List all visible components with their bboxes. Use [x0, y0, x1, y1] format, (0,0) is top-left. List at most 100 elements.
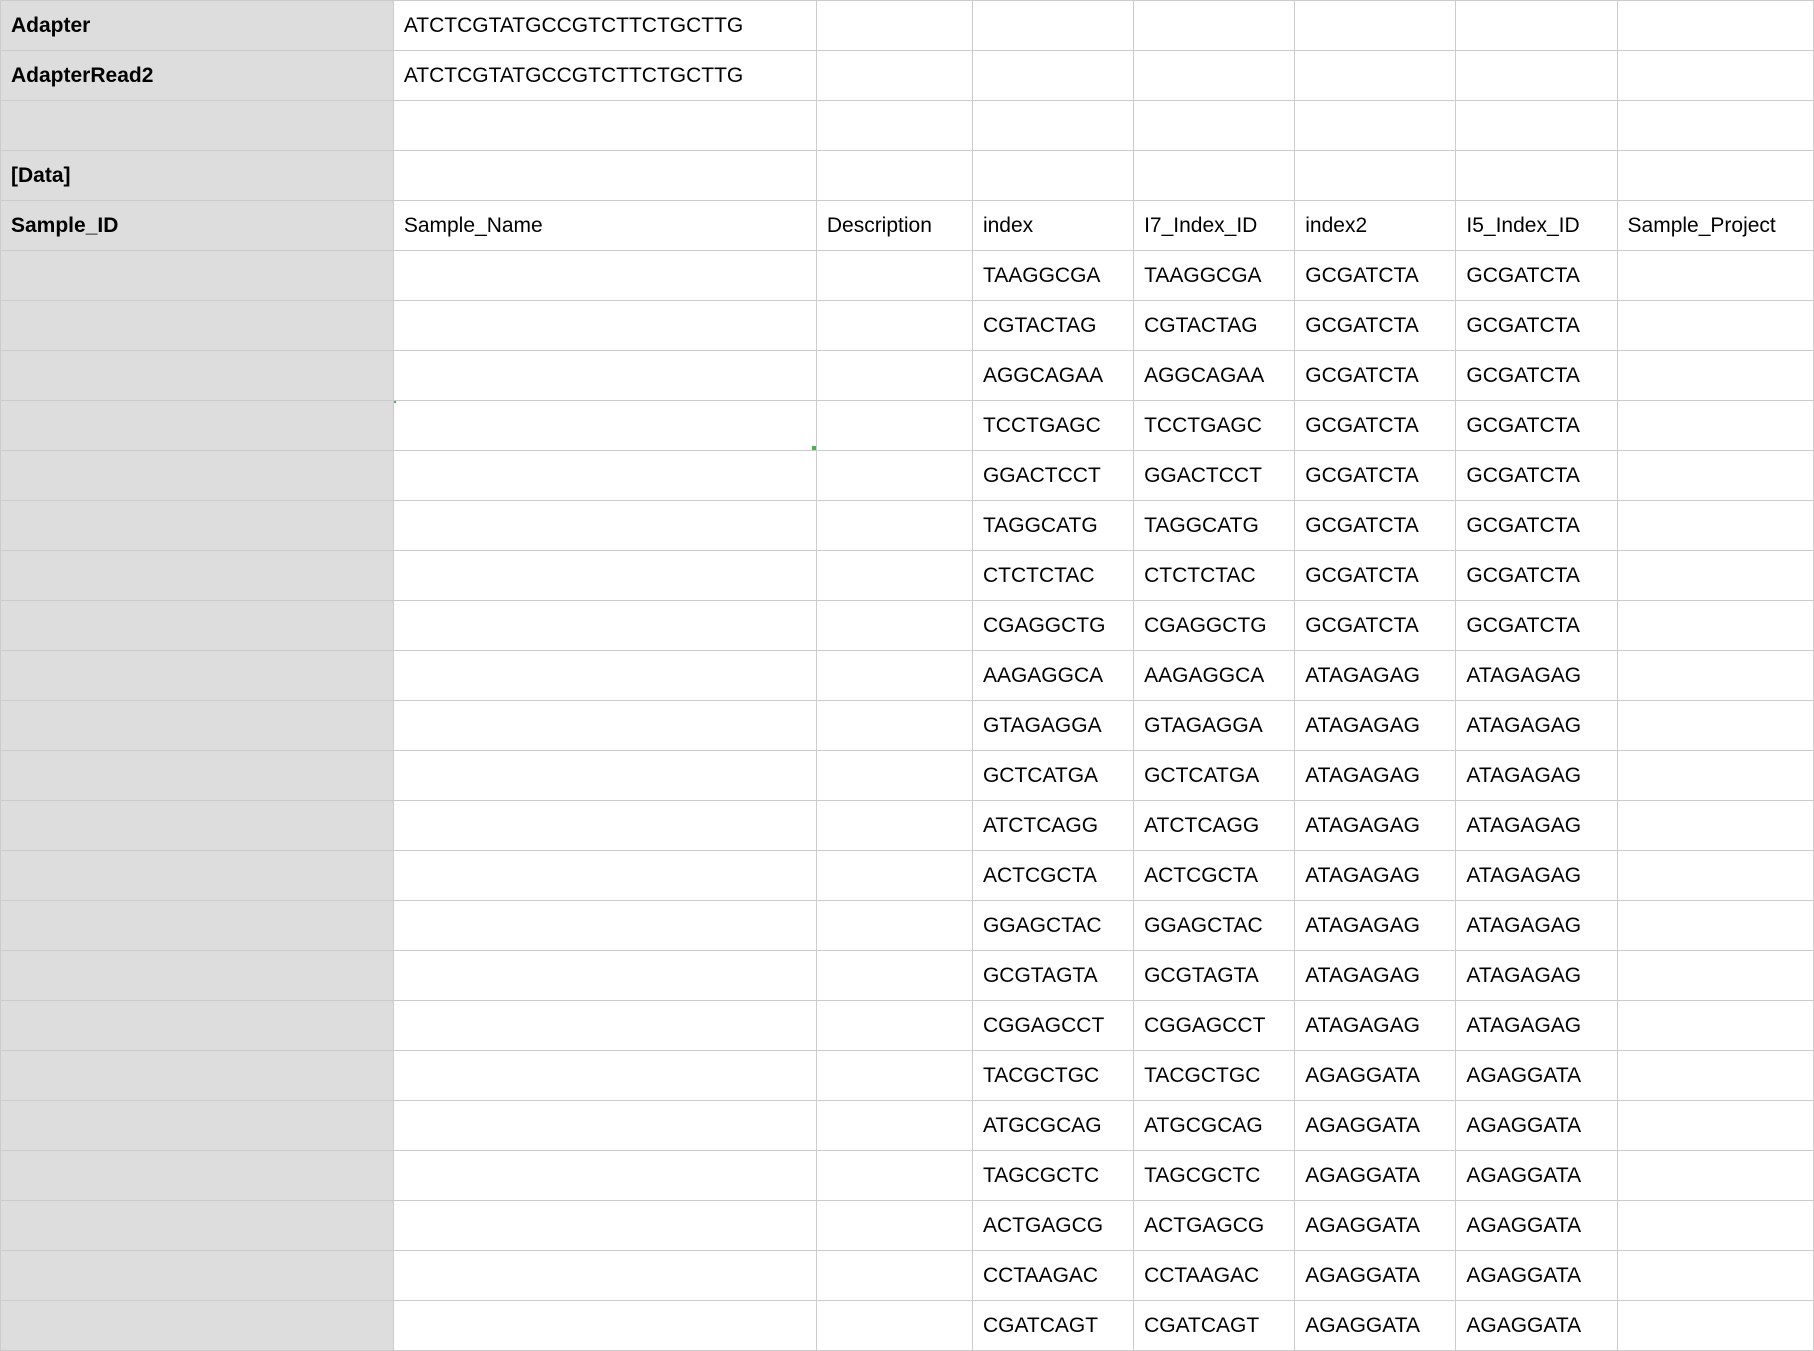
cell-index[interactable]: TAAGGCGA [972, 251, 1133, 301]
cell-sample-id[interactable] [1, 1001, 394, 1051]
cell-i7-index-id[interactable]: ACTCGCTA [1134, 851, 1295, 901]
cell-i7-index-id[interactable]: CGAGGCTG [1134, 601, 1295, 651]
cell-sample-project[interactable] [1617, 301, 1813, 351]
cell-empty[interactable] [1295, 51, 1456, 101]
cell-sample-id[interactable] [1, 751, 394, 801]
cell-label[interactable]: AdapterRead2 [1, 51, 394, 101]
cell-index2[interactable]: GCGATCTA [1295, 451, 1456, 501]
cell-index2[interactable]: ATAGAGAG [1295, 651, 1456, 701]
cell-sample-id[interactable] [1, 351, 394, 401]
cell-sample-project[interactable] [1617, 601, 1813, 651]
cell-i7-index-id[interactable]: TAGGCATG [1134, 501, 1295, 551]
cell-index[interactable]: TCCTGAGC [972, 401, 1133, 451]
cell-i5-index-id[interactable]: AGAGGATA [1456, 1201, 1617, 1251]
cell-description[interactable] [816, 301, 972, 351]
cell-i5-index-id[interactable]: GCGATCTA [1456, 601, 1617, 651]
cell-description[interactable] [816, 801, 972, 851]
cell-value[interactable] [393, 151, 816, 201]
cell-sample-id[interactable] [1, 501, 394, 551]
cell-empty[interactable] [1134, 151, 1295, 201]
cell-sample-id[interactable] [1, 801, 394, 851]
cell-i5-index-id[interactable]: GCGATCTA [1456, 251, 1617, 301]
cell-sample-name[interactable] [393, 1301, 816, 1351]
cell-sample-project[interactable] [1617, 1251, 1813, 1301]
cell-label[interactable]: Adapter [1, 1, 394, 51]
cell-index2[interactable]: GCGATCTA [1295, 551, 1456, 601]
cell-sample-project[interactable] [1617, 801, 1813, 851]
cell-index[interactable]: ATGCGCAG [972, 1101, 1133, 1151]
cell-i7-index-id[interactable]: ATCTCAGG [1134, 801, 1295, 851]
cell-sample-project[interactable] [1617, 751, 1813, 801]
cell-description[interactable] [816, 751, 972, 801]
cell-description[interactable] [816, 1001, 972, 1051]
cell-index[interactable]: GCGTAGTA [972, 951, 1133, 1001]
cell-index2[interactable]: AGAGGATA [1295, 1051, 1456, 1101]
cell-sample-id[interactable] [1, 551, 394, 601]
cell-sample-name[interactable] [393, 1251, 816, 1301]
column-header[interactable]: Sample_Project [1617, 201, 1813, 251]
cell-index[interactable]: CTCTCTAC [972, 551, 1133, 601]
cell-sample-id[interactable] [1, 401, 394, 451]
cell-index2[interactable]: GCGATCTA [1295, 351, 1456, 401]
cell-index2[interactable]: GCGATCTA [1295, 601, 1456, 651]
cell-sample-project[interactable] [1617, 1101, 1813, 1151]
cell-sample-name[interactable] [393, 501, 816, 551]
cell-sample-id[interactable] [1, 1301, 394, 1351]
cell-i7-index-id[interactable]: CCTAAGAC [1134, 1251, 1295, 1301]
cell-sample-project[interactable] [1617, 1301, 1813, 1351]
cell-i5-index-id[interactable]: ATAGAGAG [1456, 651, 1617, 701]
cell-i7-index-id[interactable]: CGATCAGT [1134, 1301, 1295, 1351]
cell-empty[interactable] [816, 51, 972, 101]
cell-sample-project[interactable] [1617, 501, 1813, 551]
cell-sample-id[interactable] [1, 1101, 394, 1151]
cell-empty[interactable] [1617, 101, 1813, 151]
cell-sample-name[interactable] [393, 551, 816, 601]
cell-description[interactable] [816, 551, 972, 601]
cell-empty[interactable] [972, 1, 1133, 51]
cell-label[interactable] [1, 101, 394, 151]
cell-description[interactable] [816, 251, 972, 301]
cell-i5-index-id[interactable]: GCGATCTA [1456, 351, 1617, 401]
cell-index[interactable]: TAGGCATG [972, 501, 1133, 551]
cell-i5-index-id[interactable]: ATAGAGAG [1456, 701, 1617, 751]
cell-empty[interactable] [1295, 1, 1456, 51]
cell-sample-id[interactable] [1, 1201, 394, 1251]
cell-description[interactable] [816, 1151, 972, 1201]
cell-i5-index-id[interactable]: ATAGAGAG [1456, 951, 1617, 1001]
cell-description[interactable] [816, 851, 972, 901]
cell-sample-id[interactable] [1, 651, 394, 701]
cell-value[interactable]: ATCTCGTATGCCGTCTTCTGCTTG [393, 1, 816, 51]
cell-description[interactable] [816, 1251, 972, 1301]
cell-sample-project[interactable] [1617, 251, 1813, 301]
cell-sample-name[interactable] [393, 1101, 816, 1151]
cell-empty[interactable] [1134, 101, 1295, 151]
cell-i7-index-id[interactable]: TAAGGCGA [1134, 251, 1295, 301]
cell-empty[interactable] [1617, 51, 1813, 101]
cell-i7-index-id[interactable]: CGGAGCCT [1134, 1001, 1295, 1051]
cell-sample-name[interactable] [393, 1151, 816, 1201]
cell-sample-id[interactable] [1, 1051, 394, 1101]
cell-sample-id[interactable] [1, 301, 394, 351]
cell-sample-id[interactable] [1, 851, 394, 901]
cell-value[interactable] [393, 101, 816, 151]
cell-i7-index-id[interactable]: GGACTCCT [1134, 451, 1295, 501]
cell-i5-index-id[interactable]: AGAGGATA [1456, 1301, 1617, 1351]
cell-sample-project[interactable] [1617, 551, 1813, 601]
cell-index[interactable]: CGATCAGT [972, 1301, 1133, 1351]
cell-empty[interactable] [972, 51, 1133, 101]
cell-sample-project[interactable] [1617, 701, 1813, 751]
cell-index[interactable]: GCTCATGA [972, 751, 1133, 801]
cell-sample-name[interactable] [393, 801, 816, 851]
cell-description[interactable] [816, 1301, 972, 1351]
cell-sample-id[interactable] [1, 601, 394, 651]
cell-i5-index-id[interactable]: AGAGGATA [1456, 1251, 1617, 1301]
cell-sample-project[interactable] [1617, 1051, 1813, 1101]
cell-index[interactable]: ACTCGCTA [972, 851, 1133, 901]
cell-index2[interactable]: ATAGAGAG [1295, 901, 1456, 951]
cell-index2[interactable]: ATAGAGAG [1295, 851, 1456, 901]
cell-empty[interactable] [972, 151, 1133, 201]
cell-sample-name[interactable] [393, 401, 816, 451]
cell-i5-index-id[interactable]: GCGATCTA [1456, 301, 1617, 351]
cell-empty[interactable] [1456, 1, 1617, 51]
cell-index[interactable]: GTAGAGGA [972, 701, 1133, 751]
